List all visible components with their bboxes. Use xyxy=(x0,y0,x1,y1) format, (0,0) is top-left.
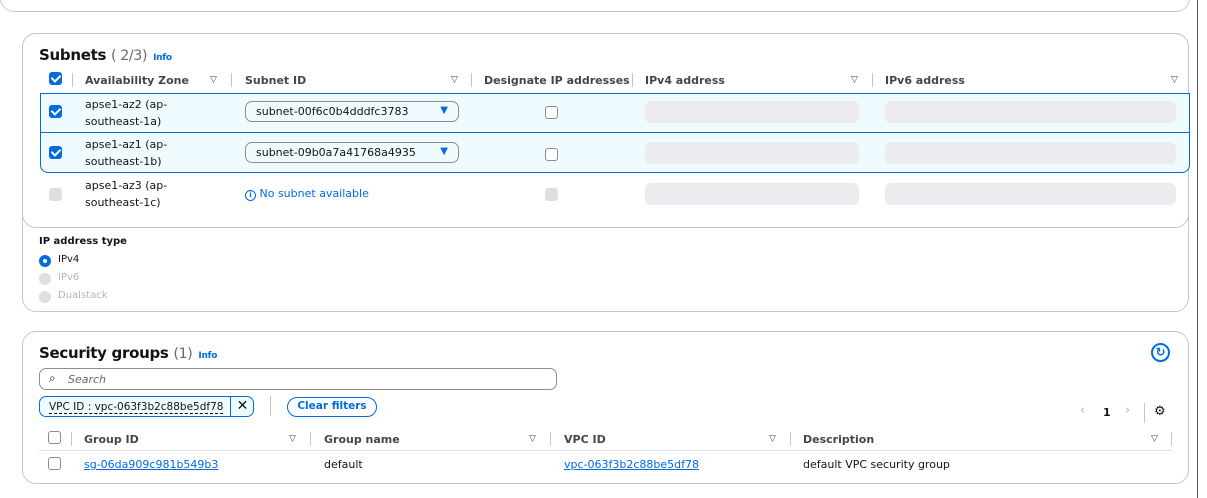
col-description[interactable]: Description xyxy=(803,433,874,446)
ipv4-field xyxy=(645,183,859,205)
az-cell: apse1-az3 (ap-southeast-1c) xyxy=(85,179,168,209)
filter-token[interactable]: VPC ID : vpc-063f3b2c88be5df78 ✕ xyxy=(39,396,254,417)
ipv4-field xyxy=(645,101,859,123)
ipv6-field xyxy=(885,101,1176,123)
sort-icon[interactable]: ▽ xyxy=(851,75,858,85)
col-ipv4[interactable]: IPv4 address xyxy=(645,74,725,87)
security-title: Security groups (1) Info xyxy=(39,344,218,362)
no-subnet-message: i No subnet available xyxy=(245,187,369,201)
info-link[interactable]: Info xyxy=(153,53,172,63)
select-all-checkbox[interactable] xyxy=(49,72,62,85)
radio-label: Dualstack xyxy=(58,290,108,301)
radio-dualstack xyxy=(39,291,51,303)
designate-checkbox[interactable] xyxy=(545,148,558,161)
col-subnet[interactable]: Subnet ID xyxy=(245,74,306,87)
top-card xyxy=(0,0,1190,12)
remove-filter-icon[interactable]: ✕ xyxy=(230,397,254,416)
sort-icon[interactable]: ▽ xyxy=(769,434,776,444)
group-id-link[interactable]: sg-06da909c981b549b3 xyxy=(84,458,218,471)
clear-filters-button[interactable]: Clear filters xyxy=(287,397,377,417)
subnets-title: Subnets ( 2/3) Info xyxy=(39,46,172,64)
subnet-select[interactable]: subnet-00f6c0b4dddfc3783 ▼ xyxy=(245,101,459,122)
col-az[interactable]: Availability Zone xyxy=(85,74,189,87)
sort-icon[interactable]: ▽ xyxy=(529,434,536,444)
row-checkbox[interactable] xyxy=(49,146,62,159)
info-icon: i xyxy=(245,190,256,201)
ipv4-field xyxy=(645,142,859,164)
radio-label: IPv4 xyxy=(58,254,80,265)
radio-ipv4[interactable] xyxy=(39,255,51,267)
designate-checkbox[interactable] xyxy=(545,106,558,119)
refresh-icon[interactable]: ↻ xyxy=(1151,343,1170,362)
caret-down-icon: ▼ xyxy=(440,146,448,157)
scrollbar[interactable] xyxy=(1197,0,1198,498)
designate-checkbox xyxy=(545,188,558,201)
col-group-name[interactable]: Group name xyxy=(324,433,400,446)
row-checkbox xyxy=(49,188,62,201)
row-checkbox[interactable] xyxy=(49,105,62,118)
col-group-id[interactable]: Group ID xyxy=(84,433,139,446)
col-ipv6[interactable]: IPv6 address xyxy=(885,74,965,87)
info-link[interactable]: Info xyxy=(198,351,217,361)
col-vpc-id[interactable]: VPC ID xyxy=(564,433,606,446)
subnet-select[interactable]: subnet-09b0a7a41768a4935 ▼ xyxy=(245,142,459,163)
row-checkbox[interactable] xyxy=(48,457,61,470)
search-icon: ⌕ xyxy=(49,371,56,385)
vpc-id-link[interactable]: vpc-063f3b2c88be5df78 xyxy=(564,458,699,471)
prev-page-icon[interactable]: ‹ xyxy=(1080,403,1085,418)
radio-ipv6 xyxy=(39,273,51,285)
caret-down-icon: ▼ xyxy=(440,105,448,116)
group-name: default xyxy=(324,458,363,471)
select-all-checkbox[interactable] xyxy=(48,431,61,444)
ipv6-field xyxy=(885,142,1176,164)
sort-icon[interactable]: ▽ xyxy=(1171,75,1178,85)
next-page-icon[interactable]: › xyxy=(1125,403,1130,418)
col-designate: Designate IP addresses xyxy=(484,74,630,87)
ip-type-label: IP address type xyxy=(39,236,127,247)
page-number[interactable]: 1 xyxy=(1103,406,1111,419)
sort-icon[interactable]: ▽ xyxy=(1151,434,1158,444)
az-cell: apse1-az2 (ap-southeast-1a) xyxy=(85,98,168,128)
sort-icon[interactable]: ▽ xyxy=(289,434,296,444)
settings-gear-icon[interactable]: ⚙ xyxy=(1154,404,1166,419)
description: default VPC security group xyxy=(803,458,950,471)
sort-icon[interactable]: ▽ xyxy=(451,75,458,85)
sort-icon[interactable]: ▽ xyxy=(210,75,217,85)
az-cell: apse1-az1 (ap-southeast-1b) xyxy=(85,138,168,168)
radio-label: IPv6 xyxy=(58,272,80,283)
search-input[interactable]: ⌕ Search xyxy=(39,368,557,390)
ipv6-field xyxy=(885,183,1176,205)
